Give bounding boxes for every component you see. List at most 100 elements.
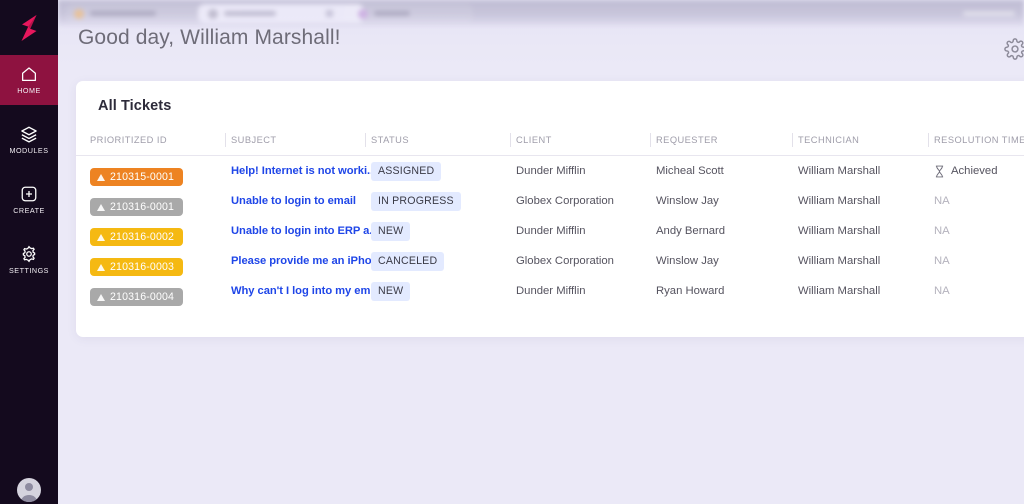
gear-icon <box>20 245 38 263</box>
column-header[interactable]: RESOLUTION TIMER <box>934 135 1024 145</box>
status-badge[interactable]: ASSIGNED <box>371 162 441 181</box>
priority-id-badge[interactable]: 210315-0001 <box>90 168 183 186</box>
column-divider <box>928 133 929 147</box>
sidebar-nav: HOME MODULES CREATE SETTINGS <box>0 55 58 285</box>
requester-cell: Winslow Jay <box>656 186 719 216</box>
sidebar-item-create[interactable]: CREATE <box>0 175 58 225</box>
tab-favicon-1 <box>74 9 84 19</box>
priority-id-text: 210316-0001 <box>110 202 174 213</box>
client-cell: Dunder Mifflin <box>516 156 586 186</box>
sidebar-item-label: SETTINGS <box>9 267 49 274</box>
subject-cell: Please provide me an iPhone <box>231 246 384 276</box>
priority-id-cell: 210316-0003 <box>90 246 183 276</box>
table-body: 210315-0001 Help! Internet is not worki..… <box>76 156 1024 306</box>
priority-id-badge[interactable]: 210316-0001 <box>90 198 183 216</box>
table-row[interactable]: 210316-0002 Unable to login into ERP a...… <box>76 216 1024 246</box>
column-header[interactable]: TECHNICIAN <box>798 135 859 145</box>
column-divider <box>510 133 511 147</box>
layers-icon <box>20 125 38 143</box>
column-header[interactable]: STATUS <box>371 135 409 145</box>
status-cell: CANCELED <box>371 246 444 276</box>
status-cell: NEW <box>371 216 410 246</box>
subject-link[interactable]: Please provide me an iPhone <box>231 255 384 267</box>
app-root: HOMEMODULESCREATESETTINGS Good day, Will… <box>0 0 1024 504</box>
priority-id-badge[interactable]: 210316-0002 <box>90 228 183 246</box>
status-cell: NEW <box>371 276 410 306</box>
column-header[interactable]: REQUESTER <box>656 135 718 145</box>
resolution-timer-text: NA <box>934 255 950 267</box>
status-badge[interactable]: NEW <box>371 282 410 301</box>
status-badge[interactable]: CANCELED <box>371 252 444 271</box>
status-badge[interactable]: IN PROGRESS <box>371 192 461 211</box>
column-header[interactable]: SUBJECT <box>231 135 277 145</box>
tab-close-ghost <box>326 10 333 17</box>
card-title: All Tickets <box>98 98 171 114</box>
tab-favicon-2 <box>208 9 218 19</box>
sidebar-item-home[interactable]: HOME <box>0 55 58 105</box>
table-header-row: PRIORITIZED ID SUBJECT STATUS CLIENT REQUEST… <box>76 131 1024 156</box>
client-cell: Dunder Mifflin <box>516 276 586 306</box>
s-lightning-logo <box>16 14 42 42</box>
sidebar-item-label: MODULES <box>9 147 48 154</box>
priority-id-badge[interactable]: 210316-0003 <box>90 258 183 276</box>
tab-title-ghost-3 <box>374 11 410 16</box>
resolution-timer-cell: NA <box>934 276 950 306</box>
technician-cell: William Marshall <box>798 216 880 246</box>
resolution-timer-cell: Achieved <box>934 156 997 190</box>
tab-strip-right-ghost <box>963 11 1015 16</box>
technician-cell: William Marshall <box>798 186 880 216</box>
sidebar-item-label: HOME <box>17 87 41 94</box>
sidebar-avatar-wrap[interactable] <box>0 478 58 502</box>
resolution-timer-cell: NA <box>934 246 950 276</box>
subject-cell: Why can't I log into my em... <box>231 276 380 306</box>
priority-arrow-icon <box>97 234 105 241</box>
priority-id-cell: 210316-0001 <box>90 186 183 216</box>
avatar[interactable] <box>17 478 41 502</box>
requester-cell: Ryan Howard <box>656 276 724 306</box>
tickets-table: PRIORITIZED ID SUBJECT STATUS CLIENT REQUEST… <box>76 131 1024 306</box>
priority-id-cell: 210315-0001 <box>90 156 183 186</box>
table-row[interactable]: 210316-0001 Unable to login to email IN PR… <box>76 186 1024 216</box>
priority-id-text: 210316-0003 <box>110 262 174 273</box>
settings-gear-button[interactable] <box>1004 38 1024 60</box>
priority-id-text: 210316-0002 <box>110 232 174 243</box>
table-row[interactable]: 210315-0001 Help! Internet is not worki..… <box>76 156 1024 186</box>
subject-link[interactable]: Why can't I log into my em... <box>231 285 380 297</box>
hourglass-icon <box>934 165 945 178</box>
column-divider <box>225 133 226 147</box>
resolution-timer-text: NA <box>934 225 950 237</box>
status-badge[interactable]: NEW <box>371 222 410 241</box>
home-icon <box>20 65 38 83</box>
priority-arrow-icon <box>97 204 105 211</box>
column-divider <box>365 133 366 147</box>
table-row[interactable]: 210316-0004 Why can't I log into my em...… <box>76 276 1024 306</box>
tab-ghost-2 <box>198 4 364 23</box>
column-header[interactable]: PRIORITIZED ID <box>90 135 167 145</box>
subject-link[interactable]: Unable to login into ERP a... <box>231 225 379 237</box>
subject-cell: Unable to login to email <box>231 186 356 216</box>
resolution-timer-text: NA <box>934 285 950 297</box>
table-row[interactable]: 210316-0003 Please provide me an iPhoneCA… <box>76 246 1024 276</box>
client-cell: Globex Corporation <box>516 246 614 276</box>
tab-title-ghost-1 <box>90 11 156 16</box>
subject-link[interactable]: Help! Internet is not worki... <box>231 165 376 177</box>
sidebar-item-label: CREATE <box>13 207 45 214</box>
column-divider <box>792 133 793 147</box>
resolution-timer-cell: NA <box>934 216 950 246</box>
sidebar-item-settings[interactable]: SETTINGS <box>0 235 58 285</box>
technician-cell: William Marshall <box>798 276 880 306</box>
column-divider <box>650 133 651 147</box>
resolution-timer-achieved: Achieved <box>934 156 997 186</box>
column-header[interactable]: CLIENT <box>516 135 552 145</box>
requester-cell: Micheal Scott <box>656 156 724 186</box>
all-tickets-card: All Tickets PRIORITIZED ID SUBJECT STATUS C… <box>76 81 1024 337</box>
requester-cell: Andy Bernard <box>656 216 725 246</box>
subject-link[interactable]: Unable to login to email <box>231 195 356 207</box>
technician-cell: William Marshall <box>798 156 880 186</box>
tab-favicon-3 <box>358 9 368 19</box>
resolution-timer-text: Achieved <box>951 156 997 186</box>
app-logo[interactable] <box>0 0 58 55</box>
client-cell: Globex Corporation <box>516 186 614 216</box>
sidebar-item-modules[interactable]: MODULES <box>0 115 58 165</box>
priority-id-badge[interactable]: 210316-0004 <box>90 288 183 306</box>
